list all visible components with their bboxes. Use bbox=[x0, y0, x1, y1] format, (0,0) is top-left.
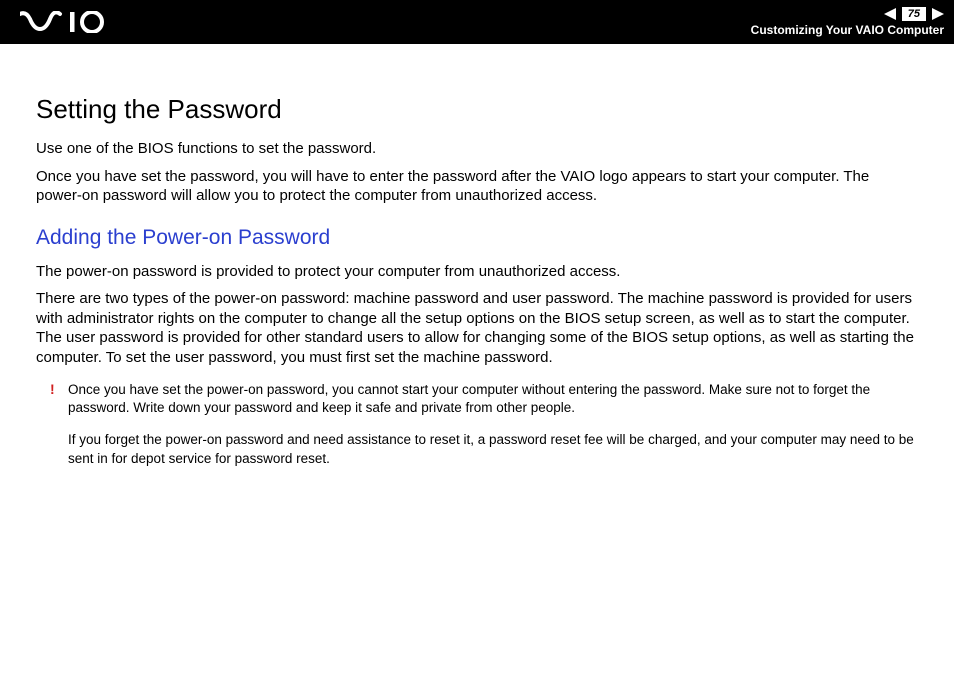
header-right: 75 Customizing Your VAIO Computer bbox=[751, 7, 944, 37]
note-paragraph-1: Once you have set the power-on password,… bbox=[68, 381, 918, 417]
page-number: 75 bbox=[902, 7, 926, 21]
page-content: Setting the Password Use one of the BIOS… bbox=[0, 44, 954, 502]
next-page-arrow-icon[interactable] bbox=[932, 8, 944, 20]
prev-page-arrow-icon[interactable] bbox=[884, 8, 896, 20]
note-paragraph-2: If you forget the power-on password and … bbox=[68, 431, 918, 467]
sub-paragraph-1: The power-on password is provided to pro… bbox=[36, 262, 918, 282]
header-bar: 75 Customizing Your VAIO Computer bbox=[0, 0, 954, 44]
page-title: Setting the Password bbox=[36, 94, 918, 125]
intro-paragraph-1: Use one of the BIOS functions to set the… bbox=[36, 139, 918, 159]
intro-paragraph-2: Once you have set the password, you will… bbox=[36, 167, 918, 206]
vaio-logo bbox=[20, 11, 130, 33]
section-label: Customizing Your VAIO Computer bbox=[751, 23, 944, 37]
warning-note: ! Once you have set the power-on passwor… bbox=[36, 381, 918, 468]
sub-paragraph-2: There are two types of the power-on pass… bbox=[36, 289, 918, 367]
sub-heading: Adding the Power-on Password bbox=[36, 226, 918, 250]
warning-icon: ! bbox=[50, 381, 55, 397]
page-navigation: 75 bbox=[884, 7, 944, 21]
